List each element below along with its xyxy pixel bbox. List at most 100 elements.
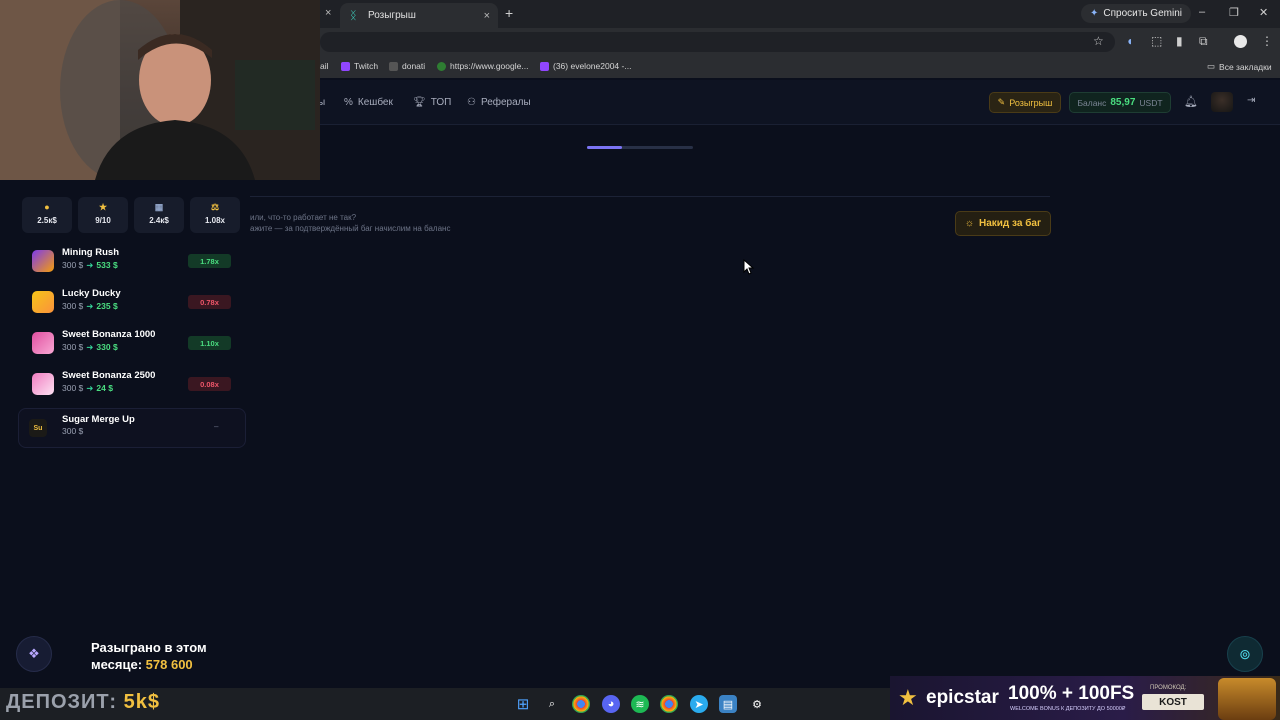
arrow-right-icon: ➜ — [86, 260, 94, 270]
steam-icon[interactable]: ⚙ — [748, 695, 766, 713]
bell-icon[interactable]: 🔔︎ — [1184, 95, 1198, 108]
bonus-hunt-widget: ● 2.5к$ ★ 9/10 ▦ 2.4к$ ⚖ 1.08x Mining Ru… — [16, 192, 246, 448]
bookmark-item[interactable]: ail — [320, 61, 329, 71]
balance-label: Баланс — [1077, 97, 1107, 108]
bookmark-item-twitch[interactable]: Twitch — [341, 61, 378, 71]
discord-icon[interactable]: ◕ — [602, 695, 620, 713]
active-tab[interactable]: ᛝ Розыгрыш × — [340, 3, 498, 28]
star-icon: ★ — [98, 202, 108, 212]
new-tab-button[interactable]: + — [505, 5, 513, 21]
monthly-giveaway-line: месяце: 578 600 — [91, 657, 193, 672]
nav-label: Кешбек — [357, 97, 393, 108]
chrome-icon[interactable] — [572, 695, 590, 713]
monthly-giveaway-label: Разыграно в этом — [91, 640, 207, 655]
bookmark-item-donati[interactable]: donati — [389, 61, 425, 71]
game-bet: 300 $ — [62, 426, 84, 436]
game-row: Sweet Bonanza 1000 300 $ ➜ 330 $ 1.10x — [30, 325, 246, 361]
report-bug-label: Накид за баг — [979, 218, 1042, 229]
deposit-label: ДЕПОЗИТ: — [6, 691, 118, 713]
game-thumbnail — [32, 291, 54, 313]
minimize-button[interactable]: – — [1199, 6, 1205, 18]
scales-icon: ⚖ — [210, 202, 220, 212]
restore-button[interactable]: ❐ — [1229, 6, 1239, 19]
profile-avatar[interactable] — [1234, 35, 1247, 48]
cast-icon[interactable]: ◖ — [1126, 34, 1133, 48]
support-chat-icon[interactable]: ⊚ — [1227, 636, 1263, 672]
trophy-icon: 🏆︎ — [413, 97, 426, 108]
monthly-giveaway-label2: месяце: — [91, 657, 143, 672]
game-result: 300 $ ➜ 330 $ — [62, 342, 118, 353]
address-input[interactable] — [320, 32, 1115, 52]
promo-code: KOST — [1142, 694, 1204, 710]
close-window-button[interactable]: ✕ — [1259, 6, 1268, 19]
map-pin-icon — [437, 61, 446, 71]
arrow-right-icon: ➜ — [86, 383, 94, 393]
game-multiplier: – — [214, 422, 219, 431]
promo-code-label: ПРОМОКОД: — [1150, 685, 1187, 691]
report-bug-button[interactable]: ☼ Накид за баг — [955, 211, 1051, 236]
search-icon[interactable]: ⌕ — [543, 695, 561, 713]
game-bet: 300 $ — [62, 383, 84, 393]
game-name: Sweet Bonanza 2500 — [62, 370, 156, 381]
all-bookmarks-label: Все закладки — [1219, 61, 1272, 72]
extension-bar-icon[interactable]: ▮ — [1176, 34, 1183, 48]
user-avatar[interactable] — [1211, 92, 1233, 112]
windows-start-icon[interactable]: ⊞ — [514, 695, 532, 713]
bookmark-item-twitch-channel[interactable]: (36) evelone2004 -... — [540, 61, 631, 71]
nav-item-top[interactable]: 🏆︎ ТОП — [413, 97, 451, 108]
stat-card-start: ● 2.5к$ — [22, 197, 72, 233]
webcam-feed — [0, 0, 320, 180]
all-bookmarks[interactable]: ▭ Все закладки — [1207, 61, 1272, 72]
arrow-right-icon: ➜ — [86, 301, 94, 311]
bookmark-item-google[interactable]: https://www.google... — [437, 61, 528, 71]
nav-label: ТОП — [430, 97, 452, 108]
chart-icon: ▦ — [154, 202, 164, 212]
deposit-overlay: ДЕПОЗИТ: 5k$ — [6, 691, 160, 714]
game-bet: 300 $ — [62, 260, 84, 270]
spotify-icon[interactable]: ≋ — [631, 695, 649, 713]
nav-item-cashback[interactable]: % Кешбек — [344, 97, 393, 108]
twitch-icon — [341, 61, 350, 71]
game-multiplier: 0.78x — [188, 295, 231, 309]
tab-close-icon[interactable]: × — [484, 10, 490, 22]
bookmark-label: donati — [402, 61, 426, 71]
game-thumbnail — [32, 373, 54, 395]
balance-badge[interactable]: Баланс 85,97 USDT — [1069, 92, 1171, 113]
tab-title: Розыгрыш — [368, 10, 416, 21]
bookmark-star-icon[interactable]: ☆ — [1093, 34, 1104, 48]
menu-kebab-icon[interactable]: ⋮ — [1261, 34, 1273, 48]
game-row: Mining Rush 300 $ ➜ 533 $ 1.78x — [30, 243, 246, 279]
stat-card-progress: ★ 9/10 — [78, 197, 128, 233]
nav-item-referrals[interactable]: ⚇ Рефералы — [467, 97, 531, 108]
sponsor-logo: epicstar — [926, 687, 999, 708]
puzzle-icon[interactable]: ⧉ — [1199, 34, 1208, 49]
game-thumbnail-placeholder: Su — [29, 419, 47, 437]
game-multiplier: 1.10x — [188, 336, 231, 350]
game-row: Sweet Bonanza 2500 300 $ ➜ 24 $ 0.08x — [30, 366, 246, 402]
game-result: 300 $ ➜ 24 $ — [62, 383, 113, 394]
stat-card-total: ▦ 2.4к$ — [134, 197, 184, 233]
users-icon: ⚇ — [467, 97, 476, 108]
balance-amount: 85,97 — [1110, 97, 1136, 108]
telegram-icon[interactable]: ➤ — [690, 695, 708, 713]
notepad-icon[interactable]: ▤ — [719, 695, 737, 713]
game-name: Sugar Merge Up — [62, 414, 135, 425]
game-multiplier: 0.08x — [188, 377, 231, 391]
sponsor-banner[interactable]: ★ epicstar 100% + 100FS WELCOME BONUS К … — [890, 676, 1280, 720]
game-bet: 300 $ — [62, 301, 84, 311]
game-result: 300 $ ➜ 533 $ — [62, 260, 118, 271]
epicstar-star-icon: ★ — [898, 685, 918, 710]
game-multiplier: 1.78x — [188, 254, 231, 268]
extension-icon[interactable]: ⬚ — [1151, 34, 1162, 48]
ask-gemini-button[interactable]: ✦ Спросить Gemini — [1081, 4, 1191, 23]
donati-icon — [389, 61, 398, 71]
bookmark-label: Twitch — [354, 61, 379, 71]
prev-tab-close-icon[interactable]: × — [325, 7, 331, 19]
logout-icon[interactable]: ⇥ — [1247, 95, 1255, 106]
chrome-active-icon[interactable] — [660, 695, 678, 713]
giveaway-button[interactable]: ✎ Розыгрыш — [989, 92, 1061, 113]
gift-icon[interactable]: ❖ — [16, 636, 52, 672]
folder-icon: ▭ — [1207, 61, 1216, 71]
site-favicon-icon: ᛝ — [350, 9, 357, 22]
loading-progress-fill — [587, 146, 622, 149]
